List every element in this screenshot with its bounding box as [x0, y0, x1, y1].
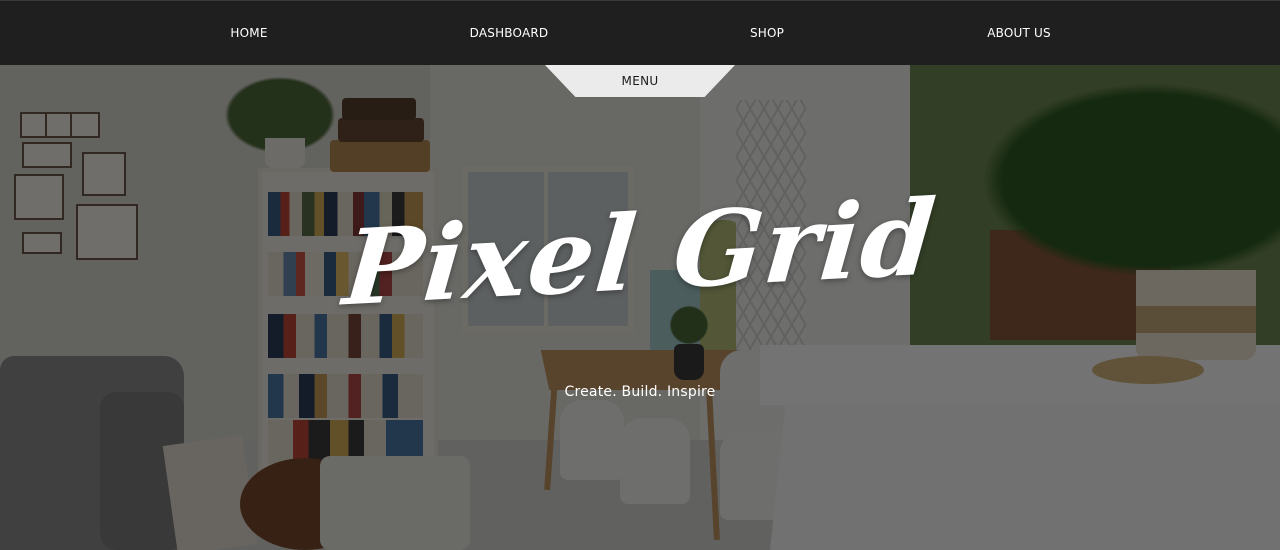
nav-link-dashboard[interactable]: DASHBOARD — [470, 1, 549, 66]
menu-toggle-label: MENU — [621, 74, 659, 88]
hero-tagline: Create. Build. Inspire — [564, 384, 716, 400]
nav-link-about-us[interactable]: ABOUT US — [987, 1, 1051, 66]
menu-toggle-button[interactable]: MENU — [545, 65, 735, 97]
top-navigation-bar: HOME DASHBOARD SHOP ABOUT US — [0, 0, 1280, 65]
nav-link-home[interactable]: HOME — [230, 1, 267, 66]
nav-link-shop[interactable]: SHOP — [750, 1, 784, 66]
page: HOME DASHBOARD SHOP ABOUT US MENU Pixel … — [0, 0, 1280, 550]
